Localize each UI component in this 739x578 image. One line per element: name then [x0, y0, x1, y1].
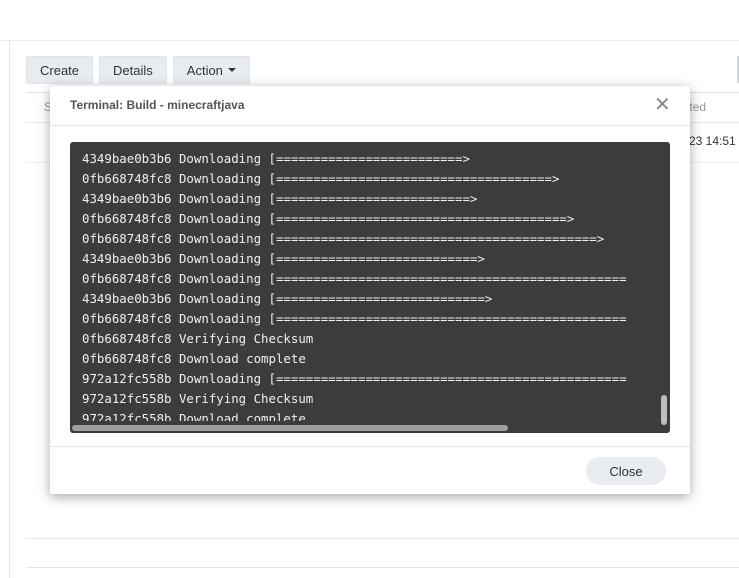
terminal-line: 972a12fc558b Download complete [82, 411, 306, 421]
top-bar [0, 0, 739, 41]
action-label: Action [186, 62, 223, 78]
terminal-line: 0fb668748fc8 Verifying Checksum [82, 331, 314, 346]
chevron-down-icon [227, 68, 236, 72]
details-button[interactable]: Details [99, 56, 167, 84]
terminal-line: 4349bae0b3b6 Downloading [==============… [82, 251, 485, 266]
vertical-scrollbar[interactable] [661, 395, 667, 425]
table-row-created-cell: 23 14:51 [689, 134, 736, 148]
terminal-line: 0fb668748fc8 Downloading [==============… [82, 211, 575, 226]
terminal-output[interactable]: 4349bae0b3b6 Downloading [==============… [70, 142, 670, 433]
terminal-line: 4349bae0b3b6 Downloading [==============… [82, 151, 470, 166]
terminal-lines: 4349bae0b3b6 Downloading [==============… [82, 149, 652, 421]
create-button[interactable]: Create [26, 56, 94, 84]
left-divider [9, 40, 10, 578]
bottom-divider [26, 538, 739, 539]
terminal-line: 972a12fc558b Downloading [==============… [82, 371, 627, 386]
modal-title: Terminal: Build - minecraftjava [70, 98, 245, 112]
modal-header: Terminal: Build - minecraftjava ✕ [50, 86, 690, 126]
modal-footer: Close [50, 446, 690, 494]
bottom-divider [26, 567, 739, 568]
terminal-line: 0fb668748fc8 Download complete [82, 351, 306, 366]
close-icon[interactable]: ✕ [654, 95, 671, 115]
horizontal-scrollbar[interactable] [72, 425, 508, 431]
terminal-line: 0fb668748fc8 Downloading [==============… [82, 271, 627, 286]
toolbar: Create Details Action [26, 56, 250, 84]
close-button[interactable]: Close [586, 457, 666, 485]
action-dropdown-button[interactable]: Action [172, 56, 250, 84]
terminal-line: 0fb668748fc8 Downloading [==============… [82, 231, 605, 246]
terminal-line: 0fb668748fc8 Downloading [==============… [82, 171, 560, 186]
terminal-line: 4349bae0b3b6 Downloading [==============… [82, 191, 478, 206]
terminal-line: 972a12fc558b Verifying Checksum [82, 391, 314, 406]
terminal-line: 0fb668748fc8 Downloading [==============… [82, 311, 627, 326]
terminal-modal: Terminal: Build - minecraftjava ✕ 4349ba… [50, 86, 690, 494]
terminal-line: 4349bae0b3b6 Downloading [==============… [82, 291, 493, 306]
